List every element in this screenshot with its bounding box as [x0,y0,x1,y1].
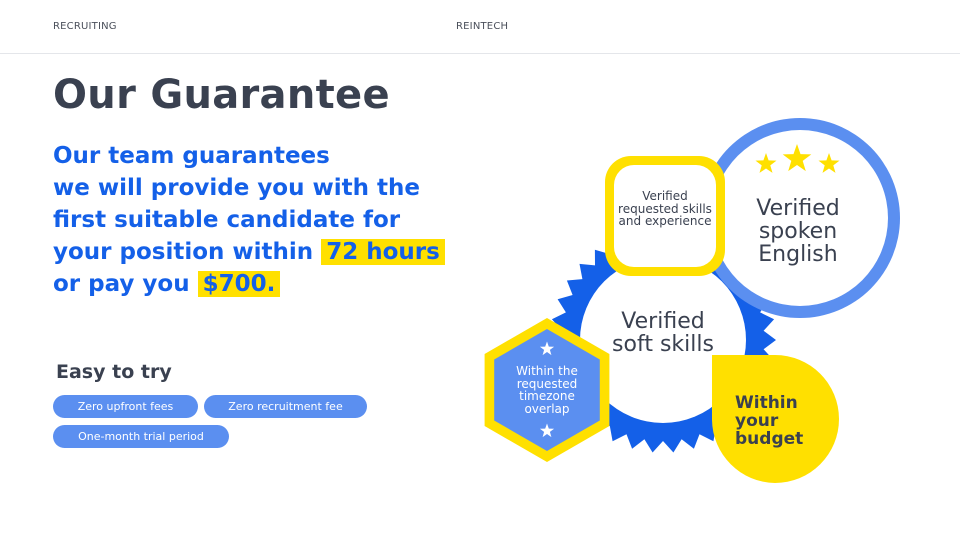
label-timezone: Within the requested timezone overlap [516,364,578,416]
label-verified-skills: Verified requested skills and experience [618,189,712,229]
guarantee-graphic: Verified requested skills and experience… [0,0,960,540]
label-verified-english: Verified spoken English [756,196,840,268]
graphic-shapes [484,118,900,483]
label-budget: Within your budget [735,393,804,449]
label-verified-soft-skills: Verified soft skills [612,309,714,358]
